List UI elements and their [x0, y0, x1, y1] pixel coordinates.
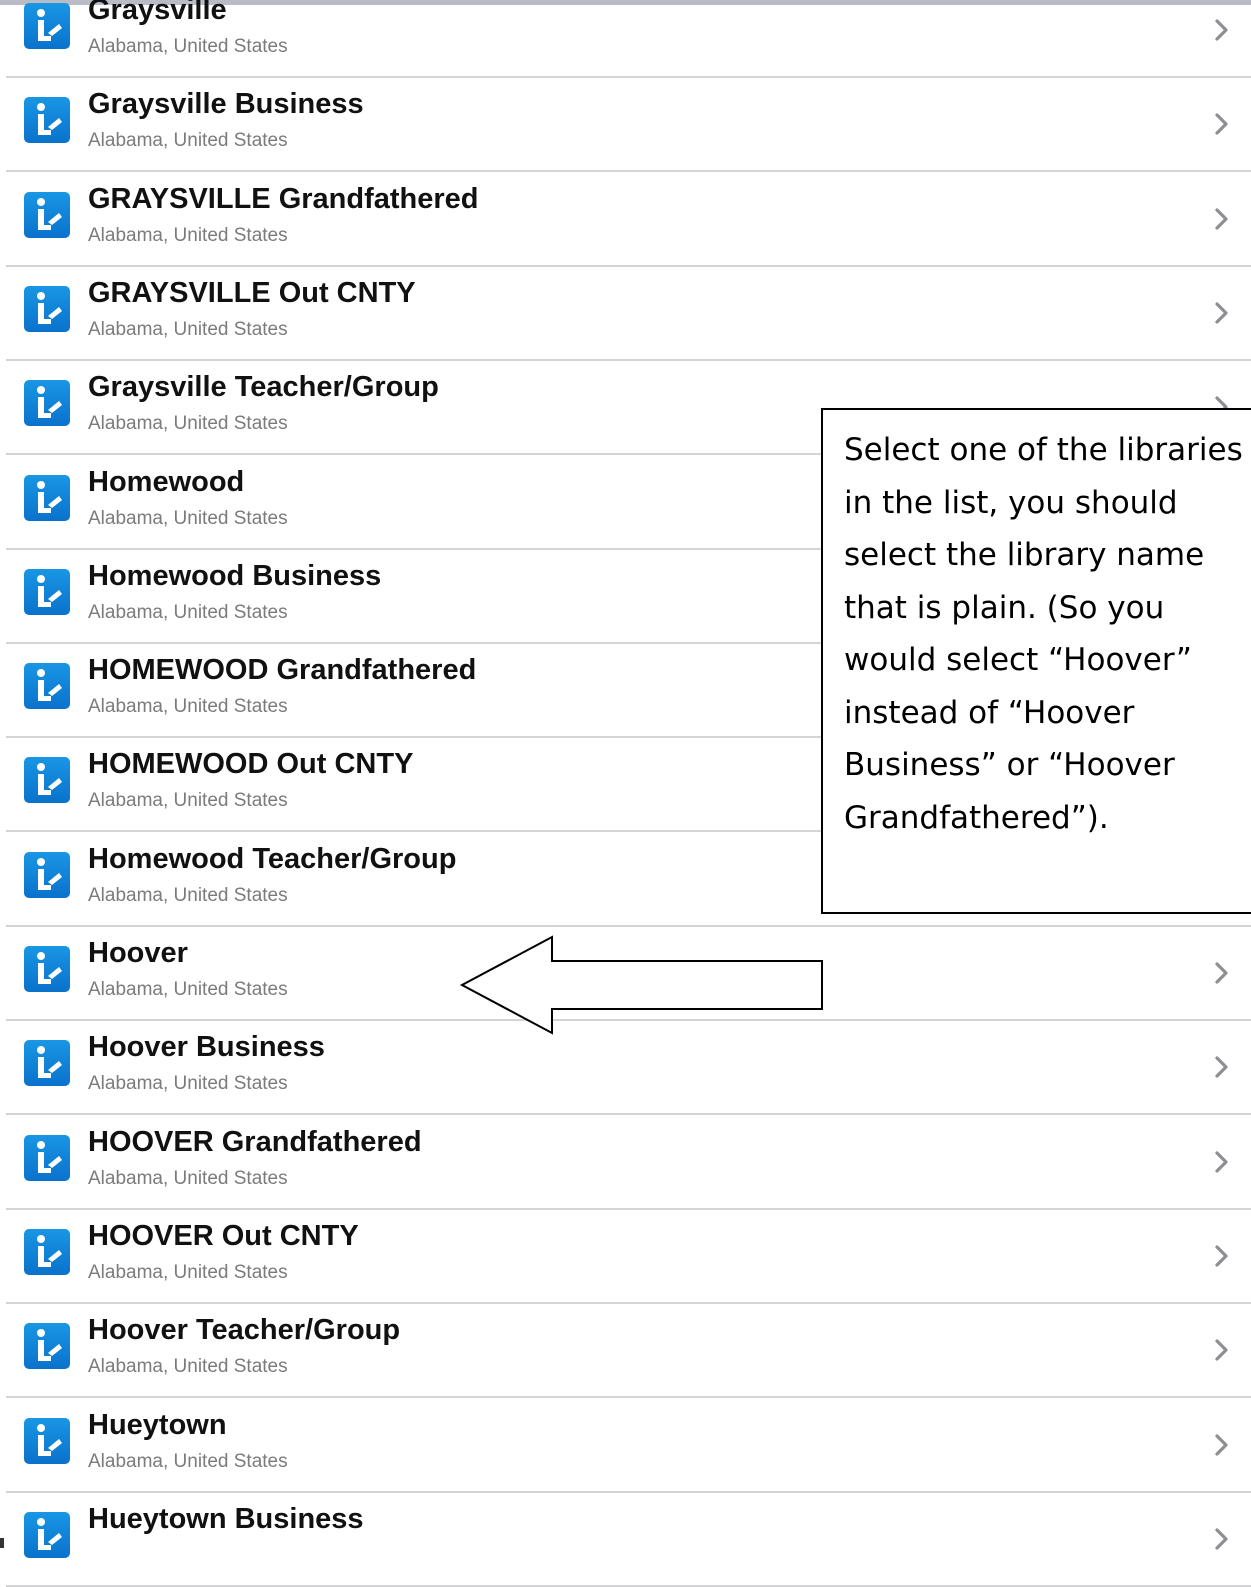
library-name: Hoover [88, 937, 188, 969]
library-row[interactable]: Hueytown Business [0, 1493, 1251, 1587]
library-row[interactable]: Hoover Teacher/Group Alabama, United Sta… [0, 1304, 1251, 1399]
library-location: Alabama, United States [88, 507, 288, 529]
library-name: Hoover Teacher/Group [88, 1314, 401, 1347]
instruction-callout: Select one of the libraries in the list,… [821, 408, 1251, 914]
chevron-right-icon [1214, 1244, 1230, 1273]
library-location: Alabama, United States [88, 413, 288, 435]
chevron-right-icon [1214, 1433, 1230, 1462]
library-app-icon [24, 1228, 70, 1275]
library-app-icon [24, 663, 70, 710]
library-location: Alabama, United States [88, 36, 288, 57]
library-name: Homewood Business [88, 559, 382, 592]
library-app-icon [24, 97, 70, 144]
library-location: Alabama, United States [88, 1167, 288, 1189]
library-app-icon [24, 191, 70, 238]
library-name: Graysville [88, 0, 227, 26]
library-name: Homewood Teacher/Group [88, 842, 457, 875]
library-row[interactable]: HOOVER Out CNTY Alabama, United States [0, 1210, 1251, 1304]
library-name: GRAYSVILLE Out CNTY [88, 276, 416, 309]
library-name: Hoover Business [88, 1031, 325, 1064]
library-name: HOMEWOOD Grandfathered [88, 654, 477, 687]
library-app-icon [24, 946, 70, 992]
library-location: Alabama, United States [88, 884, 288, 906]
library-location: Alabama, United States [88, 318, 288, 340]
library-location: Alabama, United States [88, 979, 288, 1000]
library-location: Alabama, United States [88, 224, 288, 246]
library-app-icon [24, 1323, 70, 1370]
library-row[interactable]: HOOVER Grandfathered Alabama, United Sta… [0, 1116, 1251, 1210]
library-location: Alabama, United States [88, 1261, 288, 1283]
library-location: Alabama, United States [88, 130, 288, 152]
library-name: Graysville Teacher/Group [88, 371, 439, 404]
library-row[interactable]: Graysville Alabama, United States [0, 0, 1251, 78]
library-name: Homewood [88, 465, 245, 498]
library-location: Alabama, United States [88, 790, 288, 812]
library-name: HOMEWOOD Out CNTY [88, 748, 414, 781]
left-arrow-icon [459, 935, 823, 1035]
library-app-icon [24, 757, 70, 804]
chevron-right-icon [1214, 18, 1230, 47]
library-app-icon [24, 851, 70, 898]
library-app-icon [24, 1511, 70, 1558]
library-name: Graysville Business [88, 88, 364, 121]
chevron-right-icon [1214, 301, 1230, 330]
chevron-right-icon [1214, 207, 1230, 236]
library-name: HOOVER Out CNTY [88, 1219, 359, 1252]
chevron-right-icon [1214, 1150, 1230, 1179]
library-app-icon [24, 285, 70, 332]
library-app-icon [24, 3, 70, 49]
library-location: Alabama, United States [88, 1356, 288, 1378]
library-row[interactable]: GRAYSVILLE Grandfathered Alabama, United… [0, 173, 1251, 267]
frame-corner [0, 1538, 4, 1548]
library-app-icon [24, 474, 70, 521]
library-location: Alabama, United States [88, 1450, 288, 1472]
library-row[interactable]: GRAYSVILLE Out CNTY Alabama, United Stat… [0, 267, 1251, 361]
library-row[interactable]: Hueytown Alabama, United States [0, 1399, 1251, 1493]
chevron-right-icon [1214, 112, 1230, 141]
library-row[interactable]: Graysville Business Alabama, United Stat… [0, 78, 1251, 173]
chevron-right-icon [1214, 1527, 1230, 1556]
chevron-right-icon [1214, 1338, 1230, 1367]
library-app-icon [24, 380, 70, 427]
library-location: Alabama, United States [88, 1073, 288, 1095]
library-location: Alabama, United States [88, 601, 288, 623]
library-name: GRAYSVILLE Grandfathered [88, 182, 479, 215]
chevron-right-icon [1214, 961, 1230, 990]
library-app-icon [24, 1040, 70, 1087]
library-name: Hueytown [88, 1408, 227, 1441]
library-name: HOOVER Grandfathered [88, 1125, 422, 1158]
chevron-right-icon [1214, 1055, 1230, 1084]
library-app-icon [24, 568, 70, 615]
library-location: Alabama, United States [88, 696, 288, 718]
library-name: Hueytown Business [88, 1502, 364, 1535]
library-app-icon [24, 1134, 70, 1181]
library-app-icon [24, 1417, 70, 1464]
row-separator [6, 1584, 1251, 1587]
